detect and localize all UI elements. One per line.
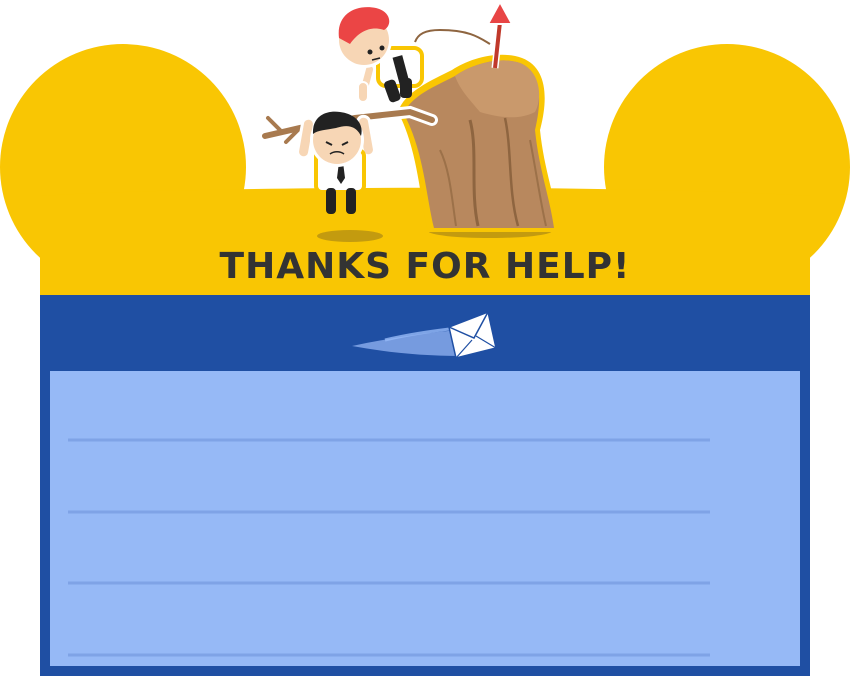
hanging-man-shadow	[317, 230, 383, 242]
arrow-up-icon	[413, 0, 514, 69]
greeting-card-art	[0, 0, 850, 676]
card-title: THANKS FOR HELP!	[219, 246, 631, 287]
writing-panel	[50, 371, 800, 666]
helper-man	[336, 7, 424, 103]
